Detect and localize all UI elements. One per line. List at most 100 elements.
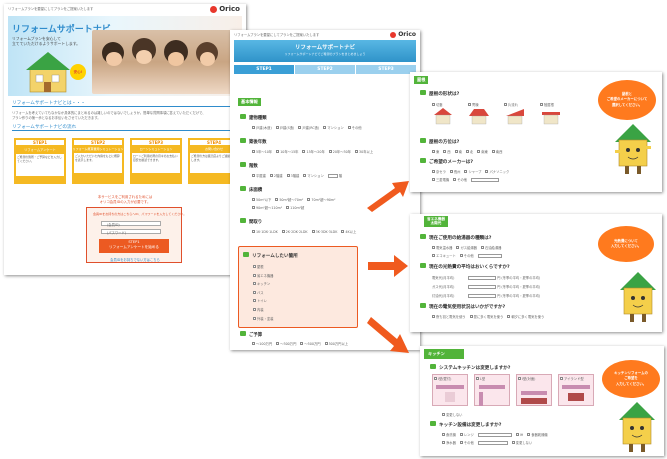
option[interactable]: 長州 <box>449 169 460 174</box>
member-id-label: (会員ID) <box>107 223 120 227</box>
roof-shape-option[interactable]: 寄棟 <box>468 102 490 126</box>
option[interactable]: 110m²超 <box>286 205 304 210</box>
option[interactable]: 50m²以下 <box>252 197 271 202</box>
option[interactable]: 浄水器 <box>442 440 456 445</box>
q-roof-direction: 屋根の方位は? <box>420 138 459 145</box>
option[interactable]: 南西 <box>491 149 502 154</box>
floor-plan-options: 1K·1DK·1LDK 2K·2DK·2LDK 3K·3DK·3LDK 4K以上 <box>252 229 356 234</box>
roof-direction-options: 東 西 南 北 南東 南西 <box>432 149 502 154</box>
option[interactable]: ガス給湯器 <box>456 245 477 250</box>
option[interactable]: 朝夕に多く電気を使う <box>507 314 544 319</box>
option[interactable]: 3K·3DK·3LDK <box>311 229 337 234</box>
option[interactable]: マンション <box>323 125 344 130</box>
foot-note-link[interactable]: 会員IDをお持ちでない方はこちら <box>87 257 183 262</box>
option[interactable]: 10年〜15年 <box>276 149 298 154</box>
option[interactable]: 1K·1DK·1LDK <box>252 229 278 234</box>
roof-shape-option[interactable]: 陸屋根 <box>540 102 562 126</box>
option[interactable]: その他 <box>453 177 467 182</box>
step-tab-1[interactable]: STEP1 <box>234 65 294 74</box>
option[interactable]: 戸建(RC造) <box>298 125 319 130</box>
place-option[interactable]: 省エネ機器 <box>253 272 273 281</box>
maker-other-input[interactable] <box>471 177 500 182</box>
option[interactable]: 電気温水器 <box>432 245 452 250</box>
place-option[interactable]: キッチン <box>253 280 273 289</box>
option[interactable]: 15年〜20年 <box>302 149 325 154</box>
step-tab-2[interactable]: STEP2 <box>295 65 355 74</box>
option[interactable]: 50m²超〜70m² <box>275 197 303 202</box>
option[interactable]: 〜300万円 <box>276 341 296 346</box>
option[interactable]: 戸建(木造) <box>252 125 272 130</box>
utility-input[interactable] <box>468 294 496 298</box>
option[interactable]: 30年以上 <box>355 149 373 154</box>
place-option[interactable]: トイレ <box>253 297 273 306</box>
kitchen-equipment-options-1: 食洗機 レンジ IH 食器乾燥機 <box>442 432 548 437</box>
option[interactable]: 夜も割と電気を使う <box>432 314 466 319</box>
form-header-sub: リフォームサポートナビでご希望のプランをまとめましょう <box>284 52 366 56</box>
option[interactable]: 平屋建 <box>252 173 266 178</box>
kitchen-layout-option[interactable]: L型 <box>474 374 510 406</box>
option[interactable]: 70m²超〜90m² <box>307 197 335 202</box>
place-option[interactable]: 外装・塗装 <box>253 315 273 324</box>
option[interactable]: 〜500万円 <box>300 341 321 346</box>
anshin-badge: 安心! <box>70 64 86 80</box>
kitchen-layout-option[interactable]: I型(対面) <box>516 374 552 406</box>
option[interactable]: 3階建 <box>286 173 299 178</box>
option[interactable]: その他 <box>347 125 362 130</box>
kitchen-layout-option[interactable]: I型(壁付) <box>432 374 468 406</box>
utility-input[interactable] <box>468 285 496 289</box>
option[interactable]: シャープ <box>464 169 481 174</box>
utility-input[interactable] <box>468 276 496 280</box>
option[interactable]: 京セラ <box>432 169 446 174</box>
option[interactable]: 南 <box>454 149 462 154</box>
step-tab-3[interactable]: STEP3 <box>356 65 416 74</box>
place-option[interactable]: バス <box>253 289 273 298</box>
reform-places-list: 屋根 省エネ機器 キッチン バス トイレ 内装 外装・塗装 <box>253 263 273 323</box>
kitchen-layout-option[interactable]: アイランド型 <box>558 374 594 406</box>
option[interactable]: レンジ <box>459 432 474 437</box>
budget-options: 〜100万円 〜300万円 〜500万円 500万円以上 <box>252 341 348 346</box>
place-option[interactable]: 内装 <box>253 306 273 315</box>
option[interactable]: 北 <box>465 149 473 154</box>
place-option[interactable]: 屋根 <box>253 263 273 272</box>
option[interactable]: 90m²超〜110m² <box>252 205 282 210</box>
option[interactable]: 食器乾燥機 <box>527 432 548 437</box>
option[interactable]: 食洗機 <box>442 432 456 437</box>
form-step-tabs: STEP1 STEP2 STEP3 <box>234 65 416 74</box>
q-system-kitchen: システムキッチンは変更しますか? <box>430 364 510 371</box>
option[interactable]: パナソニック <box>485 169 509 174</box>
form-top-tagline: リフォームプランを要望にしてプランをご提案いたします <box>234 33 320 37</box>
basic-info-heading: 基本情報 <box>238 98 261 106</box>
q-water-heater: 現在ご使用の給湯器の種類は? <box>420 234 491 241</box>
roof-shape-option[interactable]: 切妻 <box>432 102 454 126</box>
option[interactable]: 変更しない <box>511 440 532 445</box>
option[interactable]: 三菱電機 <box>432 177 449 182</box>
heater-other-input[interactable] <box>477 253 502 258</box>
option[interactable]: 東 <box>432 149 439 154</box>
option[interactable]: 2K·2DK·2LDK <box>281 229 308 234</box>
option[interactable]: 20年〜30年 <box>328 149 351 154</box>
option[interactable]: 5年〜10年 <box>252 149 272 154</box>
kitchen-layout-options: I型(壁付) L型 I型(対面) アイランド型 <box>432 374 602 408</box>
option[interactable]: 4K以上 <box>341 229 356 234</box>
option[interactable]: 南東 <box>477 149 488 154</box>
option[interactable]: 戸建(S造) <box>275 125 294 130</box>
hip-roof-icon <box>469 109 489 125</box>
roof-shape-option[interactable]: 片流れ <box>504 102 526 126</box>
option[interactable]: 2階建 <box>269 173 283 178</box>
floors-input[interactable]: 階 <box>327 173 342 178</box>
option[interactable]: 石油給湯器 <box>480 245 501 250</box>
option[interactable]: マンション <box>303 173 324 178</box>
option[interactable]: 500万円以上 <box>324 341 348 346</box>
option[interactable]: 昼に多く電気を使う <box>469 314 503 319</box>
equipment-other-input[interactable] <box>477 440 508 445</box>
start-button[interactable]: STEP1 リフォームアンケートを始める <box>99 239 169 253</box>
option[interactable]: 〜100万円 <box>252 341 272 346</box>
option[interactable]: その他 <box>459 253 474 258</box>
equipment-input[interactable] <box>477 432 512 437</box>
option[interactable]: エコキュート <box>432 253 456 258</box>
option[interactable]: IH <box>515 432 523 437</box>
kitchen-no-change[interactable]: 変更しない <box>442 412 462 417</box>
option[interactable]: 西 <box>443 149 451 154</box>
orico-mark-icon <box>210 5 218 13</box>
option[interactable]: その他 <box>459 440 474 445</box>
